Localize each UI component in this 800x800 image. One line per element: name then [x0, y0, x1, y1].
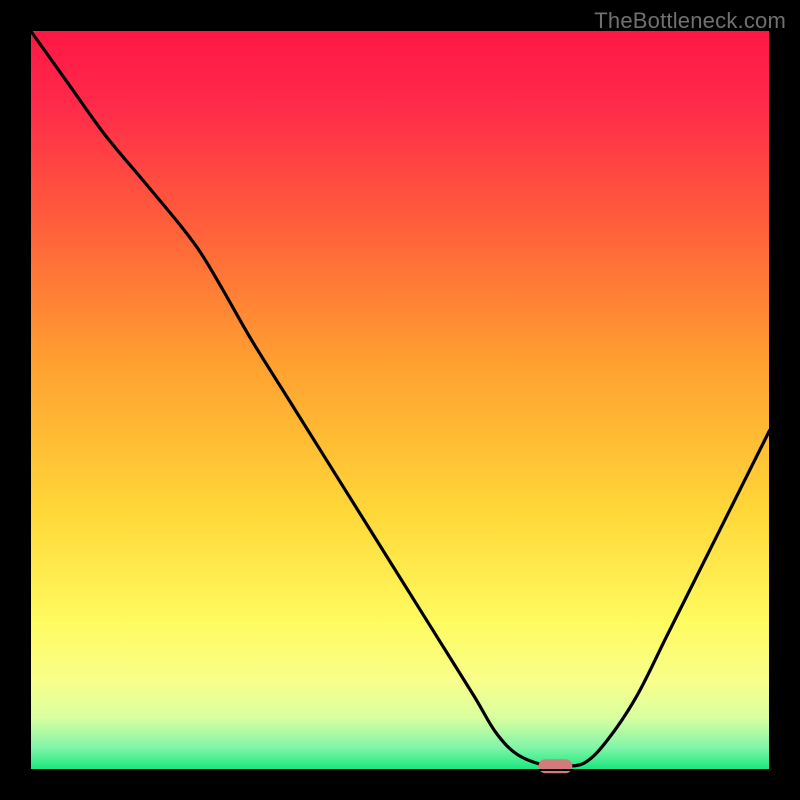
optimal-marker [538, 759, 572, 773]
bottleneck-chart [0, 0, 800, 800]
gradient-background [30, 30, 770, 770]
watermark-text: TheBottleneck.com [594, 8, 786, 34]
